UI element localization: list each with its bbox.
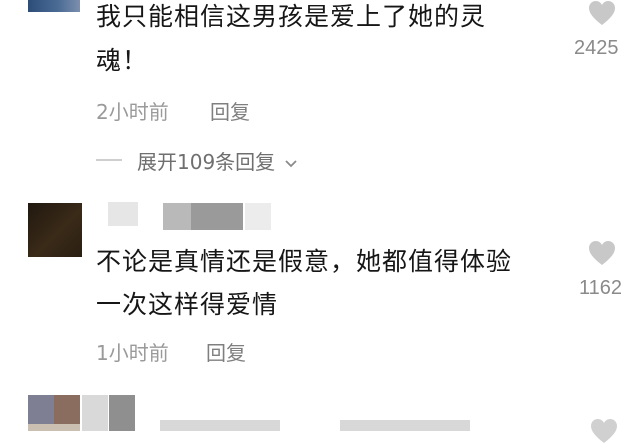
bottom-text-blur-2 [340,420,470,431]
comment-2-like-count: 1162 [579,277,623,299]
avatar-comment-2[interactable] [28,203,82,257]
comment-1-time: 2小时前 [96,100,169,124]
comment-1-like-count: 2425 [574,37,619,59]
heart-icon[interactable] [588,240,616,266]
chevron-down-icon [284,159,297,167]
username-blur-4 [245,203,271,230]
username-blur-bottom-2 [109,395,135,431]
comment-2-text-line-1: 不论是真情还是假意，她都值得体验 [96,247,513,276]
avatar-top[interactable] [28,0,80,12]
username-blur-2 [163,203,191,230]
username-blur-bottom-1 [82,395,108,431]
username-blur-1 [108,202,138,226]
bottom-text-blur-1 [160,420,280,431]
expand-replies-label: 展开109条回复 [137,150,276,174]
comment-1-text-line-2: 魂！ [96,46,149,75]
comment-2-time: 1小时前 [96,341,169,365]
heart-icon[interactable] [588,0,616,26]
expand-divider [96,159,122,161]
heart-icon[interactable] [590,418,618,444]
comment-2-reply-button[interactable]: 回复 [206,337,246,366]
comment-1-reply-button[interactable]: 回复 [210,96,250,125]
comment-1-text-line-1: 我只能相信这男孩是爱上了她的灵 [96,2,487,31]
expand-replies-button[interactable]: 展开109条回复 [137,146,298,175]
avatar-bottom-strip [28,424,80,431]
comment-2-text-line-2: 一次这样得爱情 [96,290,279,319]
username-blur-3 [191,203,243,230]
